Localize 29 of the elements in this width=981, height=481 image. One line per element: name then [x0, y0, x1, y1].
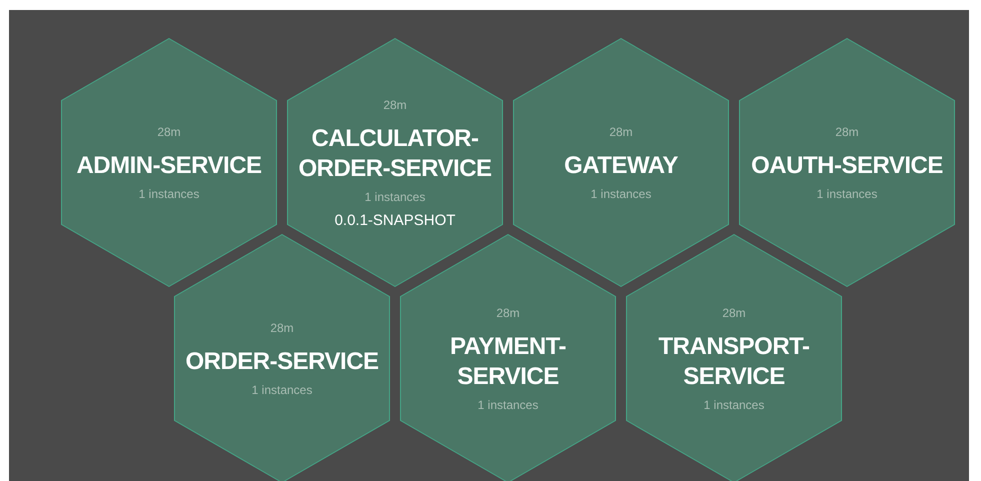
uptime-label: 28m: [609, 124, 633, 140]
application-tile[interactable]: 28m ADMIN-SERVICE 1 instances: [61, 38, 277, 287]
application-tile[interactable]: 28m TRANSPORT-SERVICE 1 instances: [626, 234, 842, 481]
instances-label: 1 instances: [364, 188, 426, 206]
uptime-label: 28m: [835, 124, 859, 140]
application-name: ORDER-SERVICE: [184, 346, 380, 376]
instances-label: 1 instances: [252, 382, 312, 398]
instances-label: 1 instances: [704, 396, 764, 414]
uptime-label: 28m: [157, 124, 181, 140]
application-tile[interactable]: 28m CALCULATOR-ORDER-SERVICE 1 instances 0.0.1-SNAPSHOT: [287, 38, 503, 287]
application-tile[interactable]: 28m GATEWAY 1 instances: [513, 38, 729, 287]
application-tile[interactable]: 28m PAYMENT-SERVICE 1 instances: [400, 234, 616, 481]
application-name: CALCULATOR-ORDER-SERVICE: [297, 124, 493, 184]
uptime-label: 28m: [383, 96, 407, 114]
application-name: GATEWAY: [563, 150, 679, 180]
uptime-label: 28m: [496, 304, 520, 322]
uptime-label: 28m: [722, 304, 746, 322]
instances-label: 1 instances: [478, 396, 538, 414]
application-name: ADMIN-SERVICE: [75, 150, 263, 180]
application-tile[interactable]: 28m ORDER-SERVICE 1 instances: [174, 234, 390, 481]
version-label: 0.0.1-SNAPSHOT: [334, 212, 456, 230]
instances-label: 1 instances: [138, 186, 200, 202]
instances-label: 1 instances: [816, 186, 878, 202]
instances-label: 1 instances: [590, 186, 652, 202]
uptime-label: 28m: [270, 320, 294, 336]
application-name: PAYMENT-SERVICE: [448, 332, 568, 392]
application-tile[interactable]: 28m OAUTH-SERVICE 1 instances: [739, 38, 955, 287]
application-name: OAUTH-SERVICE: [750, 150, 944, 180]
application-name: TRANSPORT-SERVICE: [658, 332, 810, 392]
